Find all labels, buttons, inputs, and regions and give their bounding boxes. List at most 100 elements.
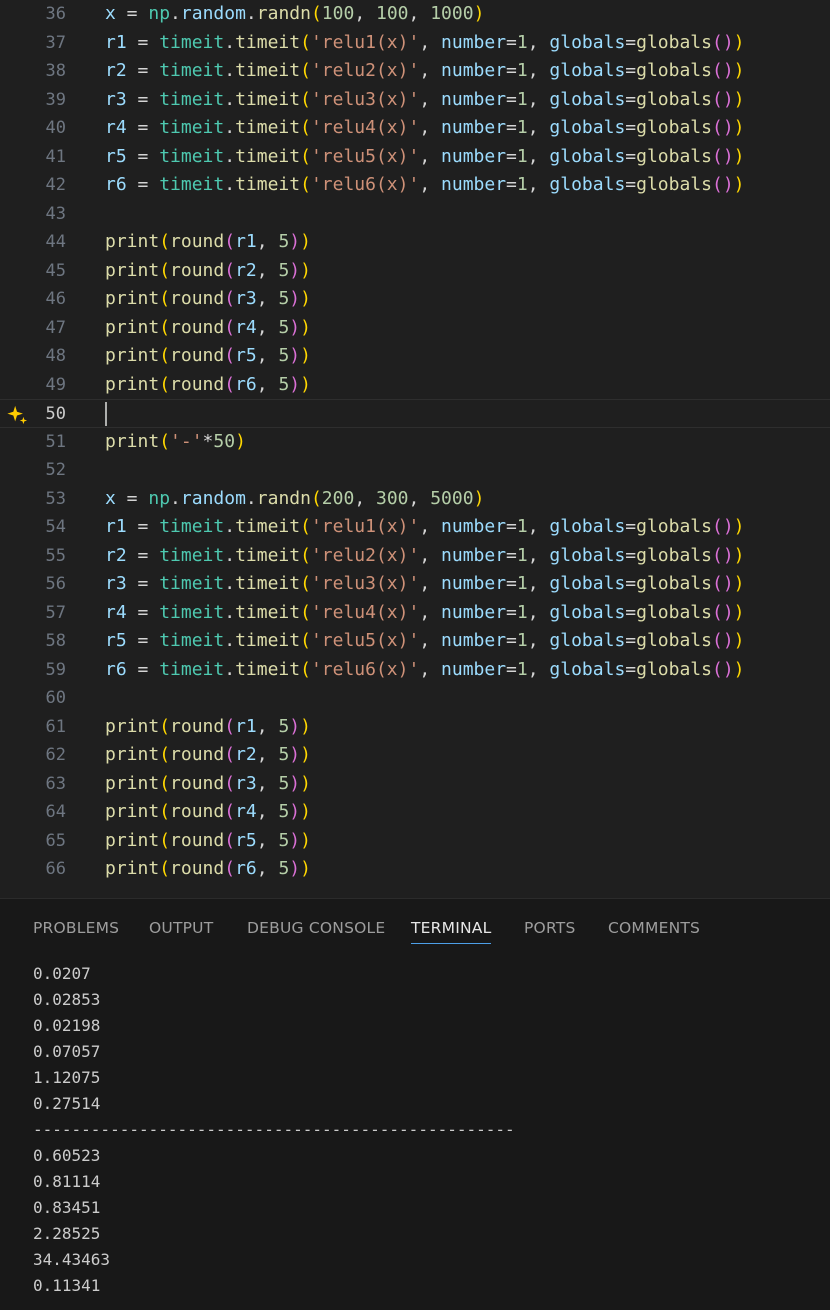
code-token: ( [711,117,723,138]
code-token: globals [549,658,626,680]
code-token: , [419,145,442,167]
code-token: globals [636,88,712,110]
code-line[interactable]: 50 [0,399,830,428]
code-token: 1 [516,60,528,81]
code-line[interactable]: 66 print(round(r6, 5)) [0,855,830,884]
code-token: = [506,60,517,81]
code-token: 'relu2(x)' [310,544,420,566]
code-editor[interactable]: 36 x = np.random.randn(100, 100, 1000) 37 r… [0,0,830,898]
code-token: , [527,117,550,138]
code-line[interactable]: 57 r4 = timeit.timeit('relu4(x)', number=… [0,599,830,628]
code-line[interactable]: 56 r3 = timeit.timeit('relu3(x)', number=… [0,570,830,599]
code-token: , [419,544,442,566]
code-token: 'relu1(x)' [310,31,420,53]
code-line[interactable]: 38 r2 = timeit.timeit('relu2(x)', number=… [0,57,830,86]
code-token: number [441,601,507,623]
code-token: = [625,601,637,623]
code-line[interactable]: 40 r4 = timeit.timeit('relu4(x)', number=… [0,114,830,143]
code-token: = [126,630,160,651]
code-token: ( [224,316,236,338]
code-line[interactable]: 45 print(round(r2, 5)) [0,257,830,286]
code-token: ( [711,174,723,195]
code-line[interactable]: 42 r6 = timeit.timeit('relu6(x)', number=… [0,171,830,200]
code-line[interactable]: 39 r3 = timeit.timeit('relu3(x)', number=… [0,86,830,115]
code-token: globals [636,174,712,195]
code-line[interactable]: 62 print(round(r2, 5)) [0,741,830,770]
code-line[interactable]: 46 print(round(r3, 5)) [0,285,830,314]
code-line[interactable]: 60 [0,684,830,713]
code-token: ) [300,801,311,822]
code-token: print [105,744,160,765]
code-line[interactable]: 59 r6 = timeit.timeit('relu6(x)', number=… [0,656,830,685]
code-line[interactable]: 37 r1 = timeit.timeit('relu1(x)', number=… [0,29,830,58]
code-token: ) [289,316,301,338]
code-text: r5 = timeit.timeit('relu5(x)', number=1,… [105,627,745,656]
code-token: ( [159,829,171,851]
code-line[interactable]: 47 print(round(r4, 5)) [0,314,830,343]
code-token: print [105,430,160,452]
code-line[interactable]: 36 x = np.random.randn(100, 100, 1000) [0,0,830,29]
terminal-line: 0.83451 [33,1198,101,1217]
code-line[interactable]: 44 print(round(r1, 5)) [0,228,830,257]
code-token: ) [733,573,745,594]
code-token: 1 [516,174,528,195]
tab-debug-console[interactable]: DEBUG CONSOLE [247,919,385,937]
tab-ports[interactable]: PORTS [524,919,576,937]
code-text: print(round(r4, 5)) [105,798,311,827]
code-token: globals [636,145,712,167]
code-token: ) [289,744,301,765]
code-token: = [625,174,637,195]
code-line[interactable]: 63 print(round(r3, 5)) [0,770,830,799]
code-token: , [256,345,279,366]
code-token: , [419,31,442,53]
code-token: = [625,630,637,651]
terminal-output[interactable]: 0.0207 0.02853 0.02198 0.07057 1.12075 0… [33,961,515,1299]
code-token: globals [636,60,712,81]
code-text: x = np.random.randn(100, 100, 1000) [105,0,484,29]
code-token: r2 [235,259,257,281]
code-token: , [256,259,279,281]
code-token: timeit [235,145,301,167]
line-number: 40 [45,118,66,138]
code-line[interactable]: 65 print(round(r5, 5)) [0,827,830,856]
line-number: 55 [45,545,66,566]
code-line[interactable]: 53 x = np.random.randn(200, 300, 5000) [0,485,830,514]
code-text: r3 = timeit.timeit('relu3(x)', number=1,… [105,570,745,599]
tab-comments[interactable]: COMMENTS [608,919,700,937]
code-line[interactable]: 49 print(round(r6, 5)) [0,371,830,400]
code-token: 1 [516,117,528,138]
terminal-line: 0.02853 [33,990,101,1009]
code-text: print(round(r1, 5)) [105,713,311,742]
line-number: 61 [45,716,66,737]
code-line[interactable]: 55 r2 = timeit.timeit('relu2(x)', number=… [0,542,830,571]
tab-problems[interactable]: PROBLEMS [33,919,119,937]
code-line[interactable]: 43 [0,200,830,229]
code-token: timeit [235,630,301,651]
code-token: . [224,174,236,195]
code-line[interactable]: 64 print(round(r4, 5)) [0,798,830,827]
code-token: ( [224,829,236,851]
code-token: timeit [159,31,225,53]
panel-tabs: PROBLEMS OUTPUT DEBUG CONSOLE TERMINAL P… [0,899,830,949]
line-number: 57 [45,602,66,623]
tab-output[interactable]: OUTPUT [149,919,213,937]
code-token: ( [711,544,723,566]
code-text: r3 = timeit.timeit('relu3(x)', number=1,… [105,86,745,115]
tab-terminal[interactable]: TERMINAL [411,919,491,937]
line-number: 44 [45,232,66,252]
code-token: ( [224,345,236,366]
code-token: r3 [105,573,127,594]
code-line[interactable]: 61 print(round(r1, 5)) [0,713,830,742]
code-token: 1 [516,516,528,537]
code-line[interactable]: 51 print('-'*50) [0,428,830,457]
code-token: ) [473,487,485,509]
code-line[interactable]: 54 r1 = timeit.timeit('relu1(x)', number=… [0,513,830,542]
code-token: print [105,715,160,737]
code-token: ) [722,658,734,680]
code-token: = [126,516,160,537]
code-line[interactable]: 48 print(round(r5, 5)) [0,342,830,371]
code-line[interactable]: 52 [0,456,830,485]
code-line[interactable]: 58 r5 = timeit.timeit('relu5(x)', number=… [0,627,830,656]
code-line[interactable]: 41 r5 = timeit.timeit('relu5(x)', number=… [0,143,830,172]
code-token: 5 [278,829,290,851]
